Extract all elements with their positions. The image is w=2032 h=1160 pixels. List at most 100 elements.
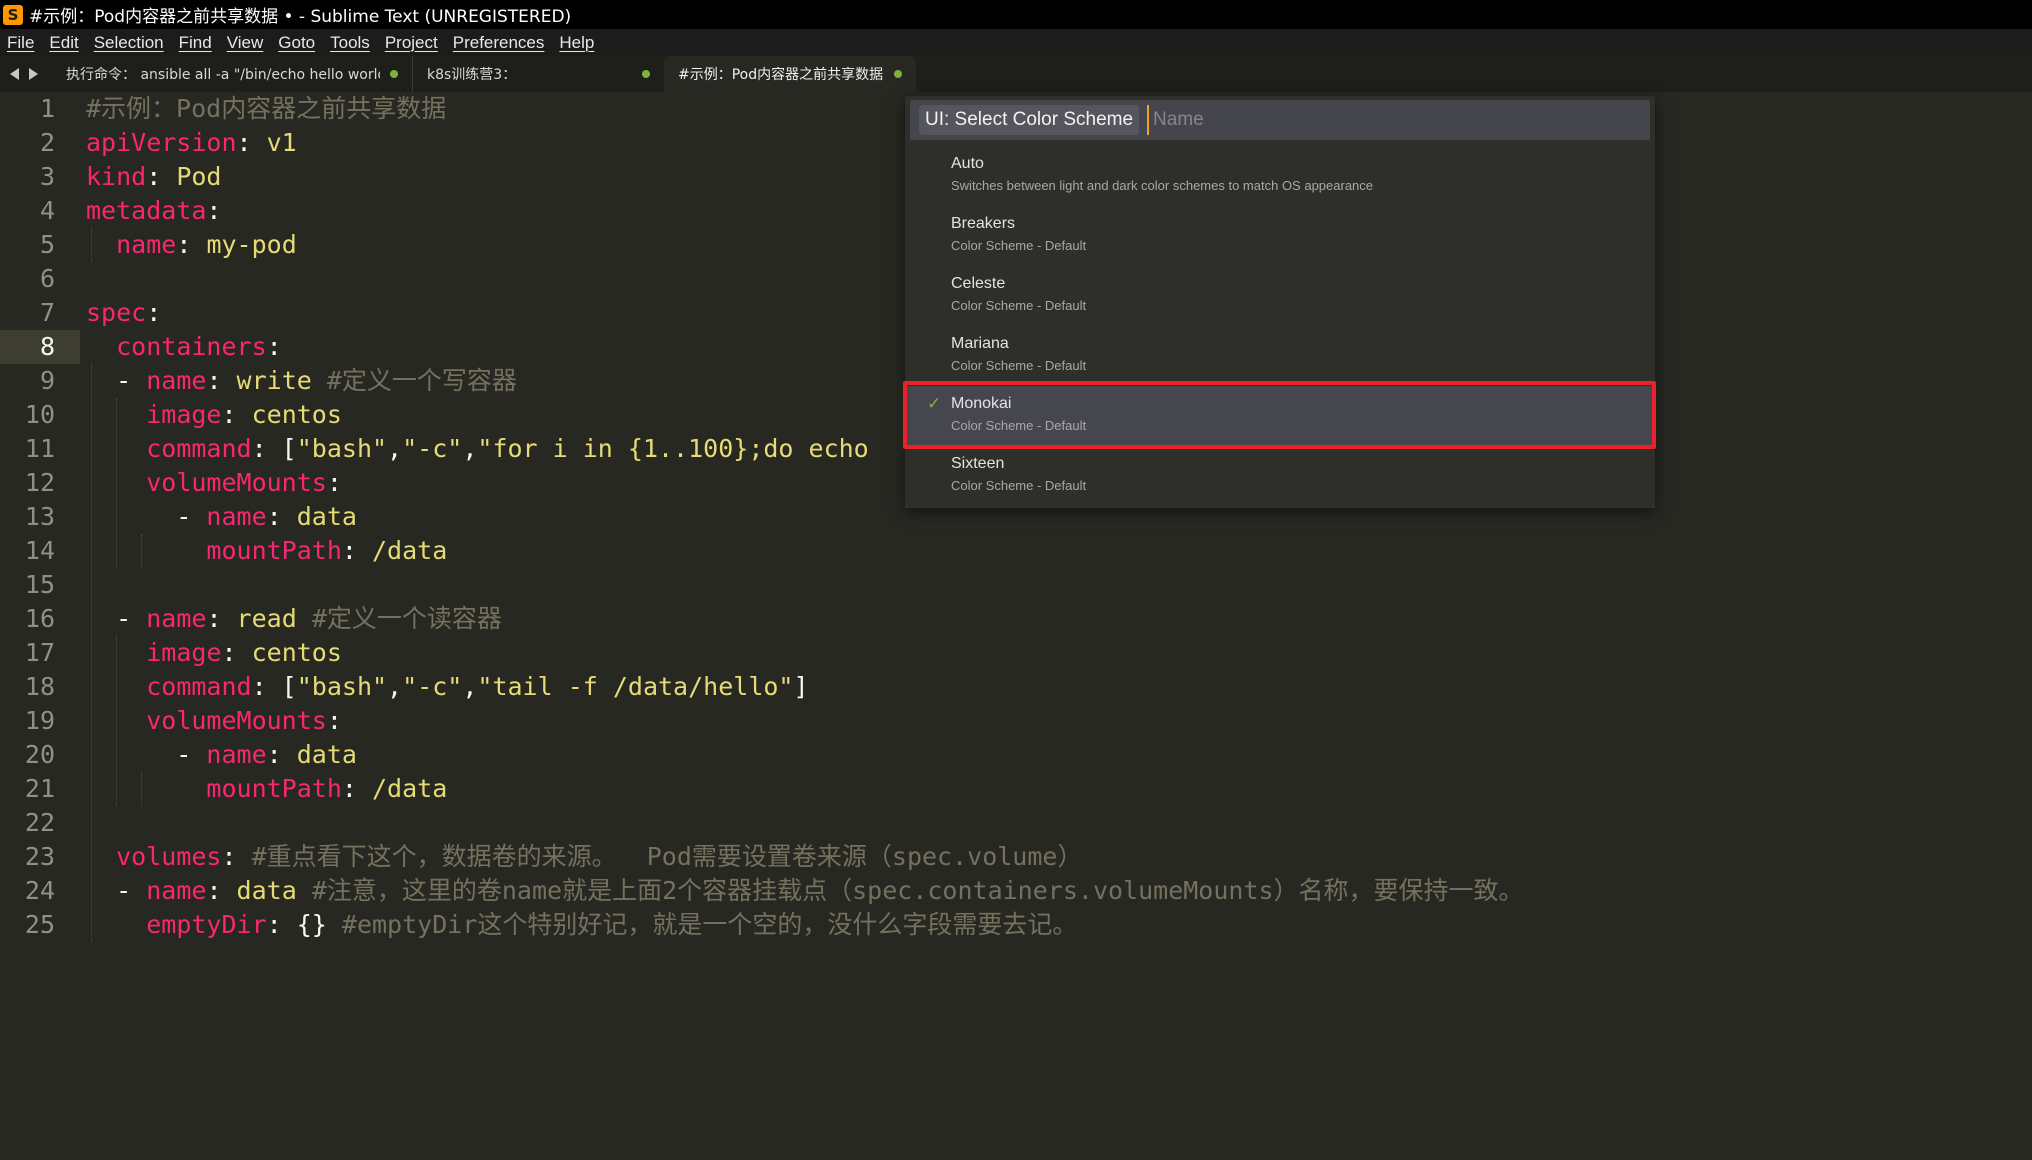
line-number: 9	[39, 366, 55, 395]
code-line[interactable]: apiVersion: v1	[86, 126, 297, 160]
color-scheme-option-breakers[interactable]: Breakers Color Scheme - Default	[905, 206, 1655, 266]
yaml-key: name	[146, 366, 207, 395]
line-number: 3	[39, 162, 55, 191]
menu-preferences[interactable]: Preferences	[446, 33, 553, 53]
tab-prev-arrow-icon[interactable]	[10, 68, 19, 80]
menu-project[interactable]: Project	[378, 33, 446, 53]
tab-pod-shared-data[interactable]: #示例：Pod内容器之前共享数据	[664, 56, 916, 92]
line-number: 8	[39, 332, 55, 361]
yaml-value: write	[236, 366, 327, 395]
color-scheme-option-celeste[interactable]: Celeste Color Scheme - Default	[905, 266, 1655, 326]
yaml-punctuation: :	[326, 706, 342, 735]
code-line[interactable]: name: my-pod	[86, 228, 297, 262]
tab-next-arrow-icon[interactable]	[29, 68, 38, 80]
line-number: 4	[39, 196, 55, 225]
yaml-key: name	[146, 604, 207, 633]
yaml-key: volumes	[116, 842, 222, 871]
line-number: 13	[24, 502, 55, 531]
yaml-value: centos	[251, 638, 342, 667]
yaml-key: metadata	[86, 196, 207, 225]
line-number: 15	[24, 570, 55, 599]
color-scheme-option-mariana[interactable]: Mariana Color Scheme - Default	[905, 326, 1655, 386]
code-line[interactable]: volumes: #重点看下这个，数据卷的来源。 Pod需要设置卷来源（spec…	[86, 840, 1082, 874]
yaml-value: "tail -f /data/hello"	[477, 672, 794, 701]
palette-search-input[interactable]	[1147, 105, 1628, 135]
line-number: 11	[24, 434, 55, 463]
unsaved-dot-icon[interactable]	[894, 70, 902, 78]
option-subtitle: Color Scheme - Default	[951, 358, 1087, 373]
menu-file[interactable]: File	[0, 33, 42, 53]
line-number: 2	[39, 128, 55, 157]
code-line[interactable]: spec:	[86, 296, 161, 330]
unsaved-dot-icon[interactable]	[390, 70, 398, 78]
code-line[interactable]: kind: Pod	[86, 160, 221, 194]
yaml-punctuation	[86, 774, 206, 803]
menu-find[interactable]: Find	[172, 33, 220, 53]
color-scheme-option-monokai[interactable]: ✓ Monokai Color Scheme - Default	[905, 386, 1655, 446]
tab-label: #示例：Pod内容器之前共享数据	[678, 67, 884, 83]
code-line[interactable]: #示例：Pod内容器之前共享数据	[86, 92, 446, 126]
code-line[interactable]: containers:	[86, 330, 282, 364]
yaml-key: mountPath	[206, 536, 342, 565]
code-line[interactable]: image: centos	[86, 398, 342, 432]
code-line[interactable]: - name: data	[86, 738, 357, 772]
option-title: Breakers	[951, 215, 1016, 232]
tab-label: k8s训练营3：	[427, 67, 517, 83]
menu-view[interactable]: View	[220, 33, 272, 53]
yaml-punctuation: :	[221, 400, 252, 429]
code-line[interactable]: - name: data #注意，这里的卷name就是上面2个容器挂载点（spe…	[86, 874, 1523, 908]
yaml-punctuation: ,	[462, 434, 478, 463]
yaml-key: volumeMounts	[146, 706, 327, 735]
code-line[interactable]: - name: write #定义一个写容器	[86, 364, 517, 398]
menu-edit[interactable]: Edit	[42, 33, 86, 53]
code-line[interactable]: image: centos	[86, 636, 342, 670]
yaml-punctuation: :	[266, 502, 297, 531]
option-subtitle: Switches between light and dark color sc…	[951, 178, 1374, 193]
code-line[interactable]: - name: read #定义一个读容器	[86, 602, 502, 636]
code-line[interactable]: command: ["bash","-c","tail -f /data/hel…	[86, 670, 809, 704]
yaml-punctuation: :	[221, 638, 252, 667]
code-line[interactable]: volumeMounts:	[86, 466, 342, 500]
yaml-punctuation: ,	[462, 672, 478, 701]
tab-strip: 执行命令： ansible all -a "/bin/echo hello wo…	[0, 56, 2032, 92]
code-line[interactable]: volumeMounts:	[86, 704, 342, 738]
line-number: 25	[24, 910, 55, 939]
tab-k8s-training[interactable]: k8s训练营3：	[412, 56, 664, 92]
yaml-punctuation: :	[176, 230, 207, 259]
yaml-key: emptyDir	[146, 910, 267, 939]
yaml-comment: #示例：Pod内容器之前共享数据	[86, 94, 447, 123]
yaml-key: volumeMounts	[146, 468, 327, 497]
yaml-key: name	[206, 740, 267, 769]
yaml-key: command	[146, 434, 252, 463]
unsaved-dot-icon[interactable]	[642, 70, 650, 78]
indent-guide	[91, 364, 92, 942]
line-number-gutter: 1 2 3 4 5 6 7 8 9 10 11 12 13 14 15 16 17 18 19 20 21 22 23 24 2…	[0, 92, 80, 1160]
line-number: 12	[24, 468, 55, 497]
line-number: 22	[24, 808, 55, 837]
yaml-value: "-c"	[402, 672, 463, 701]
code-line[interactable]: metadata:	[86, 194, 221, 228]
color-scheme-option-auto[interactable]: Auto Switches between light and dark colo…	[905, 146, 1655, 206]
tab-ansible-command[interactable]: 执行命令： ansible all -a "/bin/echo hello wo…	[52, 56, 412, 92]
yaml-punctuation: :	[146, 162, 177, 191]
yaml-punctuation: ]	[793, 672, 809, 701]
menu-selection[interactable]: Selection	[87, 33, 172, 53]
code-line[interactable]: emptyDir: {} #emptyDir这个特别好记，就是一个空的，没什么字…	[86, 908, 1077, 942]
color-scheme-option-sixteen[interactable]: Sixteen Color Scheme - Default	[905, 446, 1655, 506]
menu-tools[interactable]: Tools	[323, 33, 378, 53]
yaml-punctuation: ,	[387, 434, 403, 463]
indent-guide	[91, 228, 92, 262]
yaml-value: my-pod	[206, 230, 297, 259]
yaml-key: mountPath	[206, 774, 342, 803]
line-number: 21	[24, 774, 55, 803]
code-line[interactable]: - name: data	[86, 500, 357, 534]
yaml-punctuation	[86, 536, 206, 565]
option-title: Auto	[951, 155, 984, 172]
yaml-punctuation: :	[221, 842, 252, 871]
code-line[interactable]: command: ["bash","-c","for i in {1..100}…	[86, 432, 869, 466]
menu-help[interactable]: Help	[552, 33, 602, 53]
line-number: 14	[24, 536, 55, 565]
menu-goto[interactable]: Goto	[271, 33, 323, 53]
yaml-punctuation	[86, 332, 116, 361]
palette-command-prefix: UI: Select Color Scheme	[919, 105, 1140, 135]
